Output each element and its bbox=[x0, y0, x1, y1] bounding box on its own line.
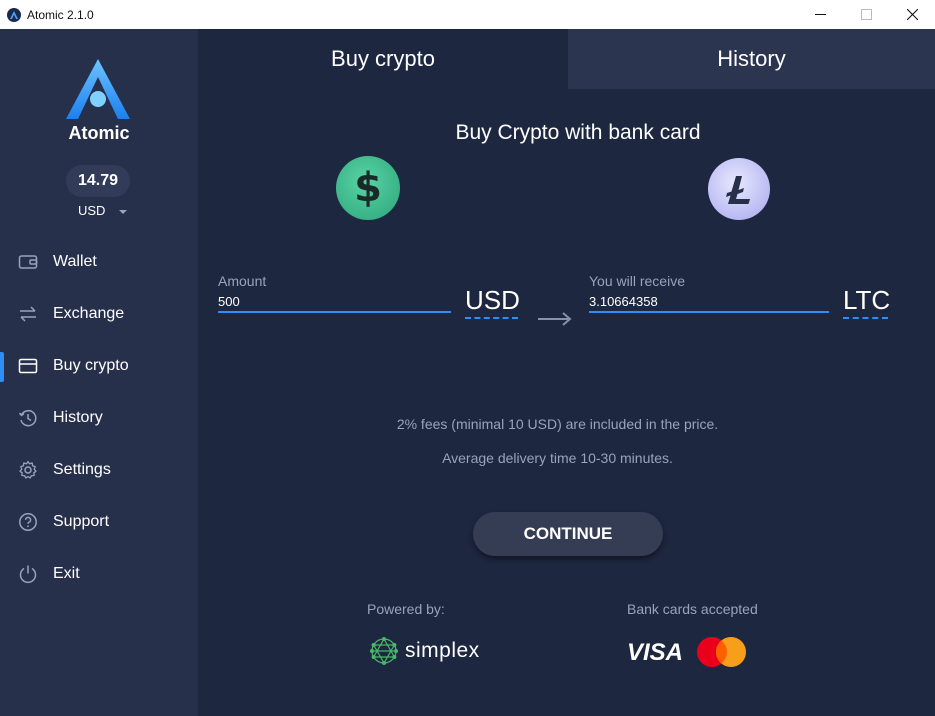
receive-currency-selector[interactable]: LTC bbox=[843, 285, 890, 319]
chevron-down-icon bbox=[119, 209, 128, 214]
close-button[interactable] bbox=[889, 0, 935, 29]
close-icon bbox=[906, 9, 918, 20]
usd-coin-icon: $ bbox=[336, 156, 400, 220]
page-title: Buy Crypto with bank card bbox=[455, 121, 701, 144]
balance-display: 14.79 bbox=[66, 165, 130, 197]
sidebar: Atomic 14.79 USD Wallet Exchange Buy cry… bbox=[0, 29, 198, 716]
maximize-button[interactable] bbox=[843, 0, 889, 29]
tab-history[interactable]: History bbox=[568, 29, 935, 89]
power-icon bbox=[18, 564, 38, 584]
main-panel: Buy crypto History Buy Crypto with bank … bbox=[198, 29, 935, 716]
sidebar-item-buy-crypto[interactable]: Buy crypto bbox=[0, 340, 198, 392]
receive-label: You will receive bbox=[589, 273, 685, 289]
simplex-network-icon bbox=[370, 637, 398, 665]
sidebar-item-exit[interactable]: Exit bbox=[0, 548, 198, 600]
gear-icon bbox=[18, 460, 38, 480]
window-title: Atomic 2.1.0 bbox=[27, 7, 94, 22]
sidebar-nav: Wallet Exchange Buy crypto History Setti… bbox=[0, 236, 198, 600]
exchange-icon bbox=[18, 304, 38, 324]
currency-selector[interactable]: USD bbox=[78, 203, 128, 218]
visa-logo: VISA bbox=[627, 639, 684, 666]
sidebar-item-label: Wallet bbox=[53, 253, 97, 270]
minimize-button[interactable] bbox=[797, 0, 843, 29]
title-bar: Atomic 2.1.0 bbox=[0, 0, 935, 29]
sidebar-item-settings[interactable]: Settings bbox=[0, 444, 198, 496]
receive-input[interactable] bbox=[589, 291, 829, 313]
sidebar-item-history[interactable]: History bbox=[0, 392, 198, 444]
sidebar-item-exchange[interactable]: Exchange bbox=[0, 288, 198, 340]
wallet-icon bbox=[18, 252, 38, 272]
amount-label: Amount bbox=[218, 273, 267, 289]
window-controls bbox=[797, 0, 935, 29]
atomic-logo-icon bbox=[66, 59, 130, 119]
sidebar-item-support[interactable]: Support bbox=[0, 496, 198, 548]
tab-buy-crypto[interactable]: Buy crypto bbox=[198, 29, 568, 89]
currency-label: USD bbox=[78, 203, 106, 218]
simplex-logo: simplex bbox=[366, 633, 480, 669]
sidebar-item-label: Exchange bbox=[53, 305, 125, 322]
sidebar-item-label: Exit bbox=[53, 565, 80, 582]
sidebar-item-label: Settings bbox=[53, 461, 111, 478]
powered-by-label: Powered by: bbox=[367, 601, 445, 617]
tab-bar: Buy crypto History bbox=[198, 29, 935, 89]
card-icon bbox=[18, 356, 38, 376]
arrow-right-icon bbox=[538, 312, 572, 326]
bank-cards-label: Bank cards accepted bbox=[627, 601, 758, 617]
amount-currency-selector[interactable]: USD bbox=[465, 285, 520, 319]
sidebar-item-label: History bbox=[53, 409, 103, 426]
simplex-wordmark: simplex bbox=[405, 639, 480, 662]
history-icon bbox=[18, 408, 38, 428]
help-icon bbox=[18, 512, 38, 532]
maximize-icon bbox=[860, 9, 872, 20]
app-icon bbox=[7, 7, 21, 22]
sidebar-item-label: Buy crypto bbox=[53, 357, 129, 374]
brand-name: Atomic bbox=[68, 123, 130, 143]
litecoin-icon bbox=[708, 158, 770, 220]
delivery-note: Average delivery time 10-30 minutes. bbox=[442, 450, 673, 466]
fee-note: 2% fees (minimal 10 USD) are included in… bbox=[396, 416, 719, 432]
mastercard-logo-icon bbox=[697, 637, 746, 667]
continue-button[interactable]: CONTINUE bbox=[473, 512, 663, 556]
amount-input[interactable] bbox=[218, 291, 451, 313]
minimize-icon bbox=[814, 14, 826, 15]
sidebar-item-wallet[interactable]: Wallet bbox=[0, 236, 198, 288]
sidebar-item-label: Support bbox=[53, 513, 110, 530]
